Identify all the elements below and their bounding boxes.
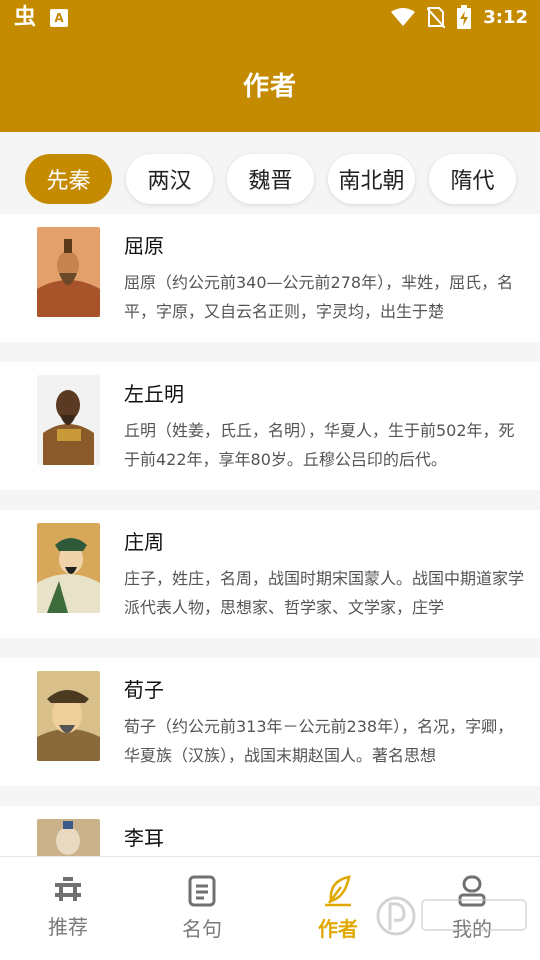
nav-quotes[interactable]: 名句 xyxy=(152,875,252,942)
tab-label: 先秦 xyxy=(46,169,91,194)
watermark-logo xyxy=(376,896,527,936)
document-icon xyxy=(188,875,216,907)
no-sim-icon xyxy=(427,7,446,28)
author-desc: 庄子，姓庄，名周，战国时期宋国蒙人。战国中期道家学派代表人物，思想家、哲学家、文… xyxy=(124,569,524,617)
tab-nanbeichao[interactable]: 南北朝 xyxy=(328,154,415,204)
author-name: 荀子 xyxy=(124,678,164,702)
author-desc: 荀子（约公元前313年－公元前238年），名况，字卿，华夏族（汉族），战国末期赵… xyxy=(124,717,514,765)
app-header: 作者 xyxy=(0,36,540,132)
app-notification-icon: 虫 xyxy=(14,5,37,30)
nav-recommend[interactable]: 推荐 xyxy=(18,875,118,940)
recommend-icon xyxy=(55,877,81,901)
nav-label: 名句 xyxy=(182,917,222,941)
nav-label: 作者 xyxy=(318,917,358,941)
tab-lianghan[interactable]: 两汉 xyxy=(126,154,213,204)
page-title: 作者 xyxy=(242,71,297,102)
author-card-xunzi[interactable]: 荀子 荀子（约公元前313年－公元前238年），名况，字卿，华夏族（汉族），战国… xyxy=(0,658,540,786)
author-portrait xyxy=(37,819,100,856)
author-card-zhuangzhou[interactable]: 庄周 庄子，姓庄，名周，战国时期宋国蒙人。战国中期道家学派代表人物，思想家、哲学… xyxy=(0,510,540,638)
quill-icon xyxy=(325,875,351,907)
tab-suidai[interactable]: 隋代 xyxy=(429,154,516,204)
author-name: 左丘明 xyxy=(124,382,184,406)
bottom-nav: 推荐 名句 作者 我的 xyxy=(0,856,540,960)
author-name: 屈原 xyxy=(124,234,164,258)
author-name: 李耳 xyxy=(124,826,164,850)
nav-label: 推荐 xyxy=(48,915,88,939)
wifi-icon xyxy=(391,8,416,26)
status-bar: 虫 A 3:12 xyxy=(0,0,540,36)
author-portrait xyxy=(37,375,100,465)
clock: 3:12 xyxy=(483,6,528,28)
tab-label: 南北朝 xyxy=(338,169,405,194)
a-badge-icon: A xyxy=(50,9,69,27)
battery-icon xyxy=(457,5,472,29)
tab-label: 魏晋 xyxy=(248,169,293,194)
author-name: 庄周 xyxy=(124,530,164,554)
author-card-zuoqiuming[interactable]: 左丘明 丘明（姓姜，氏丘，名明），华夏人，生于前502年，死于前422年，享年8… xyxy=(0,362,540,490)
tab-xianqin[interactable]: 先秦 xyxy=(25,154,112,204)
status-left: 虫 A xyxy=(14,5,69,30)
dynasty-tabs: 先秦 两汉 魏晋 南北朝 隋代 xyxy=(0,132,540,214)
author-desc: 丘明（姓姜，氏丘，名明），华夏人，生于前502年，死于前422年，享年80岁。丘… xyxy=(124,421,515,469)
author-card-quyuan[interactable]: 屈原 屈原（约公元前340—公元前278年），芈姓，屈氏，名平，字原，又自云名正… xyxy=(0,214,540,342)
tab-weijin[interactable]: 魏晋 xyxy=(227,154,314,204)
author-portrait xyxy=(37,227,100,317)
author-portrait xyxy=(37,671,100,761)
author-card-lier[interactable]: 李耳 xyxy=(0,806,540,856)
author-list[interactable]: 屈原 屈原（约公元前340—公元前278年），芈姓，屈氏，名平，字原，又自云名正… xyxy=(0,214,540,856)
tab-label: 两汉 xyxy=(147,169,192,194)
author-desc: 屈原（约公元前340—公元前278年），芈姓，屈氏，名平，字原，又自云名正则，字… xyxy=(124,273,514,321)
tab-label: 隋代 xyxy=(450,169,495,194)
status-right: 3:12 xyxy=(391,5,528,29)
author-portrait xyxy=(37,523,100,613)
nav-authors[interactable]: 作者 xyxy=(288,875,388,942)
